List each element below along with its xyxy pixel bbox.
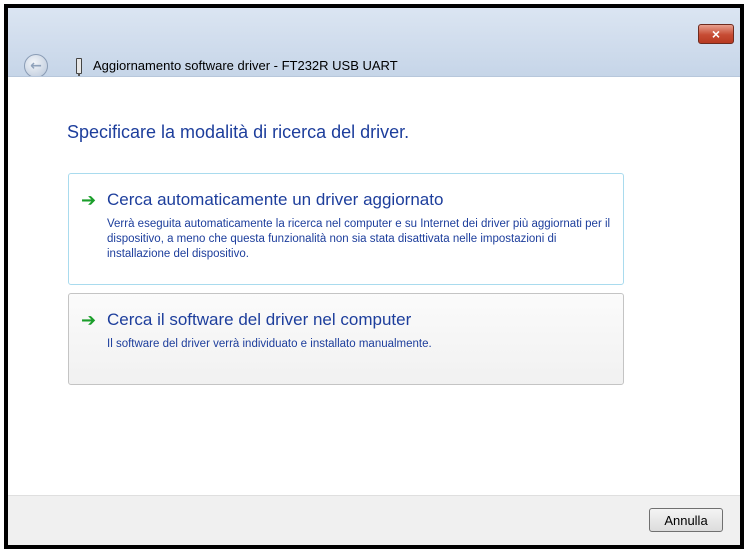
option-description: Il software del driver verrà individuato… (107, 338, 432, 350)
window-title: Aggiornamento software driver - FT232R U… (93, 58, 398, 73)
close-button[interactable]: × (698, 24, 734, 44)
wizard-content: Specificare la modalità di ricerca del d… (8, 76, 740, 496)
option-description: Verrà eseguita automaticamente la ricerc… (107, 218, 611, 260)
page-heading: Specificare la modalità di ricerca del d… (67, 122, 410, 142)
cancel-button[interactable]: Annulla (649, 508, 723, 532)
back-arrow-icon: ← (30, 58, 42, 74)
dialog-frame: × ← Aggiornamento software driver - FT23… (4, 4, 744, 549)
dialog-footer: Annulla (8, 495, 740, 545)
close-icon: × (711, 26, 721, 42)
usb-device-icon (76, 58, 82, 77)
option-title: Cerca il software del driver nel compute… (107, 310, 412, 329)
option-browse-computer[interactable]: ➔ Cerca il software del driver nel compu… (68, 293, 624, 385)
back-button[interactable]: ← (24, 54, 48, 78)
option-title: Cerca automaticamente un driver aggiorna… (107, 190, 444, 209)
title-bar[interactable]: × ← Aggiornamento software driver - FT23… (8, 8, 740, 78)
option-search-automatically[interactable]: ➔ Cerca automaticamente un driver aggior… (68, 173, 624, 285)
green-arrow-icon: ➔ (81, 190, 97, 211)
dialog-window: × ← Aggiornamento software driver - FT23… (8, 8, 740, 545)
green-arrow-icon: ➔ (81, 310, 97, 331)
